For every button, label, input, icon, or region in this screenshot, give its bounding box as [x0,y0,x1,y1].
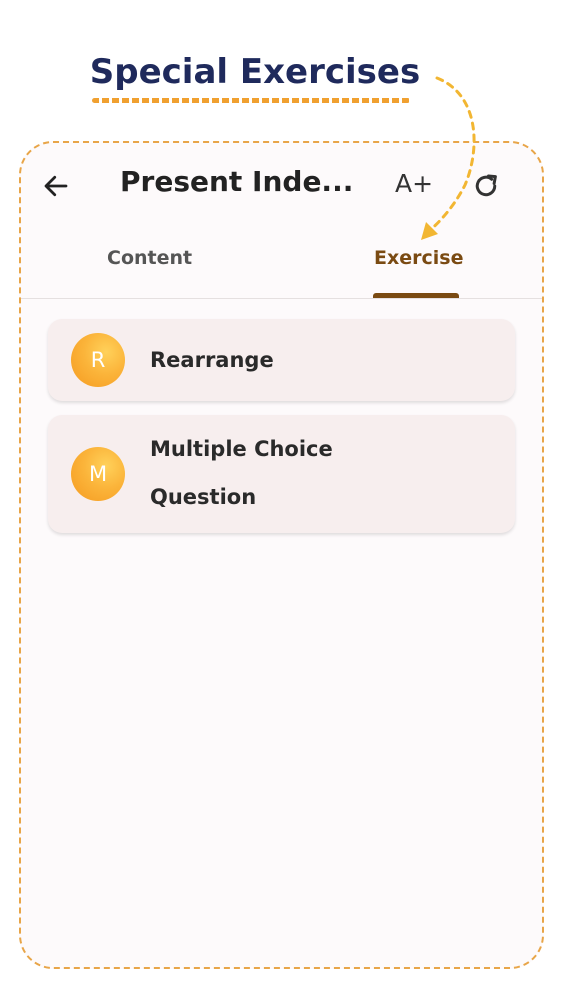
back-button[interactable] [39,169,73,203]
page-title: Present Inde... [120,165,354,198]
avatar: R [71,333,125,387]
exercise-item-rearrange[interactable]: R Rearrange [48,319,515,401]
exercise-label: Rearrange [150,348,274,372]
promo-headline: Special Exercises [0,52,510,92]
headline-underline [92,98,410,103]
tab-bar: Content Exercise [21,225,542,299]
arrow-left-icon [44,175,68,197]
promo-headline-text: Special Exercises [89,52,421,92]
phone-screen: Present Inde... A+ Content Exercise R Re… [19,141,544,969]
screen: Special Exercises Present Inde... A+ Con… [0,0,563,1000]
exercise-label: Multiple Choice Question [150,437,333,509]
app-bar: Present Inde... A+ [21,143,542,225]
refresh-icon [475,174,497,197]
tab-content[interactable]: Content [107,247,192,269]
tab-exercise[interactable]: Exercise [374,247,463,269]
font-size-button[interactable]: A+ [395,169,433,198]
refresh-button[interactable] [469,169,503,203]
avatar: M [71,447,125,501]
selected-tab-indicator [373,293,459,298]
exercise-item-multiple-choice[interactable]: M Multiple Choice Question [48,415,515,533]
